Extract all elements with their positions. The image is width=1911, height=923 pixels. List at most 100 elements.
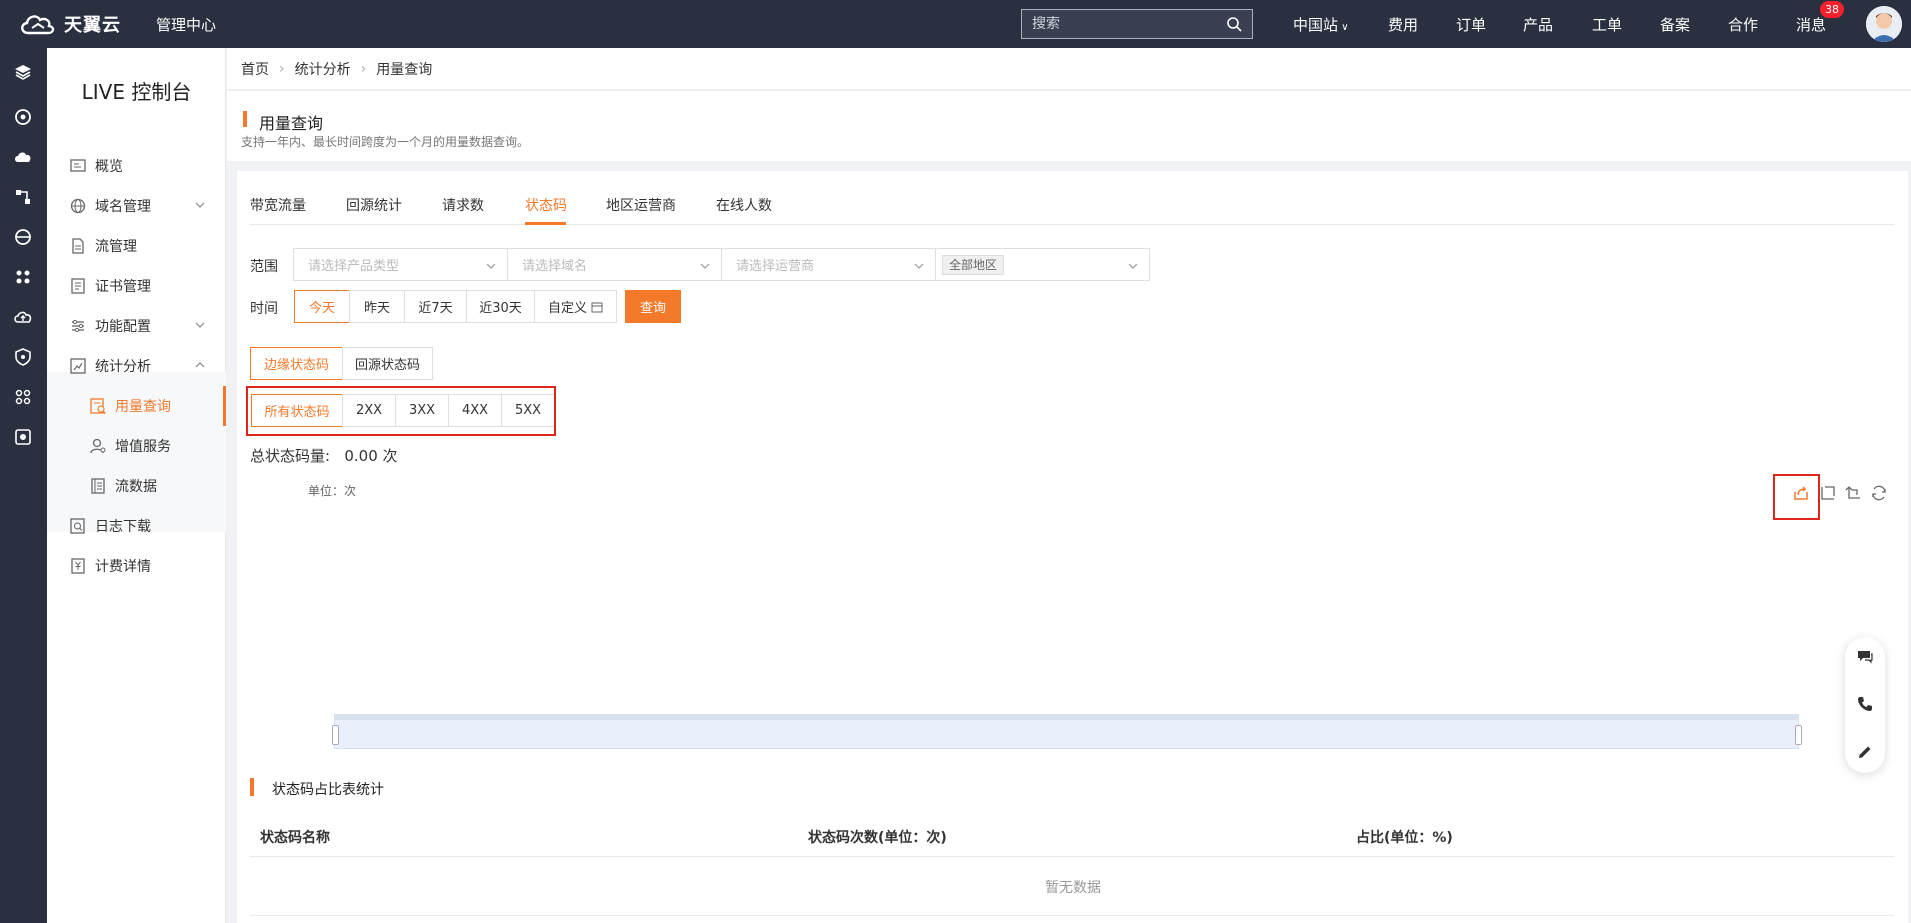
isp-select[interactable]: 请选择运营商: [721, 248, 936, 281]
edit-icon[interactable]: [1856, 743, 1874, 761]
brand-name: 天翼云: [64, 15, 121, 36]
status-code-table-title: 状态码占比表统计: [272, 782, 384, 798]
chevron-up-icon: [195, 362, 205, 368]
table-header-divider: [250, 856, 1894, 857]
sidebar-item-certificate[interactable]: 证书管理: [47, 266, 226, 306]
config-icon: [69, 317, 87, 335]
region-tag: 全部地区: [942, 254, 1005, 275]
product-type-select[interactable]: 请选择产品类型: [293, 248, 508, 281]
refresh-icon[interactable]: [1870, 484, 1888, 502]
time-today-button[interactable]: 今天: [294, 290, 350, 323]
chevron-down-icon: [914, 263, 924, 269]
shield-icon[interactable]: [13, 347, 33, 367]
search-icon[interactable]: [1226, 16, 1242, 32]
tab-online-users[interactable]: 在线人数: [716, 195, 772, 215]
nav-region[interactable]: 中国站 ∨: [1293, 14, 1349, 35]
zoom-handle-right[interactable]: [1795, 725, 1802, 745]
tab-requests[interactable]: 请求数: [442, 195, 484, 215]
sidebar-item-billing[interactable]: 计费详情: [47, 546, 226, 586]
tab-bandwidth[interactable]: 带宽流量: [250, 195, 306, 215]
col-percentage: 占比(单位：%): [1356, 830, 1453, 846]
brand-logo[interactable]: 天翼云: [18, 8, 121, 40]
sidebar-item-stream[interactable]: 流管理: [47, 226, 226, 266]
time-custom-button[interactable]: 自定义: [534, 290, 617, 323]
nav-billing[interactable]: 费用: [1388, 14, 1418, 35]
zoom-handle-left[interactable]: [332, 725, 339, 745]
floating-service-bar: [1845, 637, 1885, 773]
tab-region-isp[interactable]: 地区运营商: [606, 195, 676, 215]
top-bar: 天翼云 管理中心 中国站 ∨ 费用 订单 产品 工单 备案 合作 消息 38: [0, 0, 1911, 48]
chevron-down-icon: [195, 202, 205, 208]
page-header: 用量查询 支持一年内、最长时间跨度为一个月的用量数据查询。: [227, 91, 1911, 161]
time-30days-button[interactable]: 近30天: [466, 290, 535, 323]
compute-icon[interactable]: [13, 107, 33, 127]
breadcrumb-stats[interactable]: 统计分析: [295, 59, 351, 79]
sidebar-item-stream-data[interactable]: 流数据: [47, 466, 226, 506]
sidebar-item-log-download[interactable]: 日志下载: [47, 506, 226, 546]
calendar-icon: [591, 302, 603, 312]
domain-select[interactable]: 请选择域名: [507, 248, 722, 281]
edge-status-code-button[interactable]: 边缘状态码: [250, 347, 343, 380]
origin-status-code-button[interactable]: 回源状态码: [342, 347, 433, 380]
upload-cloud-icon[interactable]: [13, 307, 33, 327]
col-status-code-name: 状态码名称: [260, 830, 330, 846]
apps-icon[interactable]: [13, 387, 33, 407]
billing-icon: [69, 557, 87, 575]
total-status-code-count: 总状态码量: 0.00 次: [250, 447, 398, 465]
breadcrumb-home[interactable]: 首页: [241, 59, 269, 79]
table-empty-text: 暂无数据: [1045, 880, 1101, 896]
tab-status-code[interactable]: 状态码: [525, 195, 567, 215]
time-7days-button[interactable]: 近7天: [404, 290, 467, 323]
nav-partner[interactable]: 合作: [1728, 14, 1758, 35]
sidebar-item-domain[interactable]: 域名管理: [47, 186, 226, 226]
query-button[interactable]: 查询: [625, 290, 681, 323]
nav-orders[interactable]: 订单: [1456, 14, 1486, 35]
cloud-icon[interactable]: [13, 147, 33, 167]
stream-icon: [69, 237, 87, 255]
nav-products[interactable]: 产品: [1523, 14, 1553, 35]
chat-icon[interactable]: [1856, 647, 1874, 665]
breadcrumb-chevron-icon: ›: [360, 60, 367, 77]
title-accent-bar: [243, 111, 247, 127]
console-title: LIVE 控制台: [81, 80, 192, 104]
sidebar-item-overview[interactable]: 概览: [47, 146, 226, 186]
monitor-icon[interactable]: [13, 427, 33, 447]
highlight-box-export: [1773, 474, 1820, 520]
sidebar-item-stats[interactable]: 统计分析: [47, 346, 226, 386]
chevron-down-icon: ∨: [1338, 22, 1349, 33]
tab-origin[interactable]: 回源统计: [346, 195, 402, 215]
zoom-select-icon[interactable]: [1819, 484, 1837, 502]
range-label: 范围: [250, 259, 278, 275]
storage-icon[interactable]: [13, 227, 33, 247]
avatar-icon: [1866, 6, 1902, 42]
management-center-link[interactable]: 管理中心: [156, 14, 216, 35]
domain-icon: [69, 197, 87, 215]
time-yesterday-button[interactable]: 昨天: [349, 290, 405, 323]
page-title: 用量查询: [259, 114, 324, 133]
chevron-down-icon: [486, 263, 496, 269]
cdn-icon[interactable]: [13, 267, 33, 287]
sidebar: LIVE 控制台 概览 域名管理 流管理 证书管理 功能配置 统计分析 用量查询…: [47, 48, 226, 923]
nav-messages[interactable]: 消息: [1796, 14, 1826, 35]
page-description: 支持一年内、最长时间跨度为一个月的用量数据查询。: [241, 135, 530, 149]
tabs-divider: [250, 224, 1894, 225]
phone-icon[interactable]: [1856, 695, 1874, 713]
region-select[interactable]: 全部地区: [935, 248, 1150, 281]
nav-tickets[interactable]: 工单: [1592, 14, 1622, 35]
overview-icon: [69, 157, 87, 175]
sidebar-item-config[interactable]: 功能配置: [47, 306, 226, 346]
section-accent-bar: [250, 778, 254, 796]
search-input[interactable]: [1032, 16, 1226, 32]
layers-icon[interactable]: [13, 62, 33, 82]
chart-unit-label: 单位：次: [308, 484, 357, 498]
zoom-reset-icon[interactable]: [1844, 484, 1862, 502]
product-icon-rail: [0, 48, 47, 923]
breadcrumb-current: 用量查询: [376, 61, 433, 78]
chevron-down-icon: [195, 322, 205, 328]
network-icon[interactable]: [13, 187, 33, 207]
sidebar-item-usage[interactable]: 用量查询: [47, 386, 226, 426]
sidebar-item-value-added[interactable]: 增值服务: [47, 426, 226, 466]
nav-filing[interactable]: 备案: [1660, 14, 1690, 35]
global-search[interactable]: [1021, 9, 1253, 39]
user-avatar[interactable]: [1866, 6, 1902, 42]
